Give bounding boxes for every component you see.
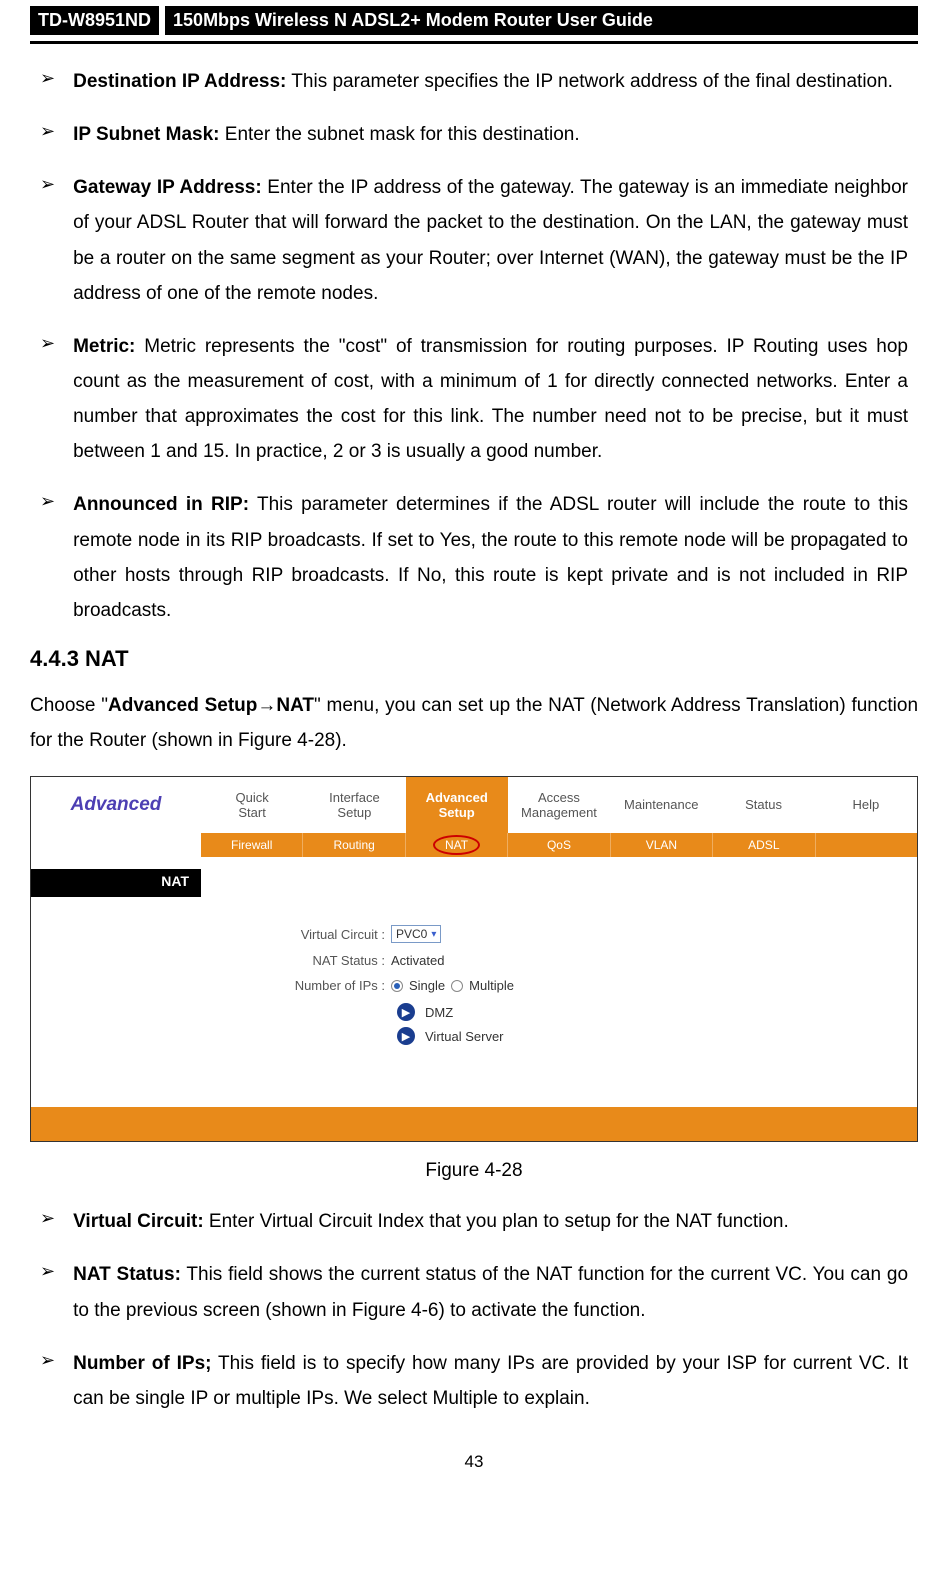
link-dmz[interactable]: ▶ DMZ xyxy=(397,1003,917,1021)
list-item-text: Gateway IP Address: Enter the IP address… xyxy=(73,170,908,311)
vc-label: Virtual Circuit : xyxy=(271,927,391,942)
list-item: ➢ NAT Status: This field shows the curren… xyxy=(40,1257,908,1327)
header-title: 150Mbps Wireless N ADSL2+ Modem Router U… xyxy=(165,6,918,35)
figure-top-tabs-row: Advanced QuickStartInterfaceSetupAdvance… xyxy=(31,777,917,833)
list-item-text: Virtual Circuit: Enter Virtual Circuit I… xyxy=(73,1204,789,1239)
list-item: ➢Metric: Metric represents the "cost" of… xyxy=(40,329,908,470)
section-heading: 4.4.3 NAT xyxy=(30,646,918,672)
main-tab[interactable]: Help xyxy=(815,777,917,833)
sub-tab[interactable]: QoS xyxy=(508,833,610,857)
list-item-text: IP Subnet Mask: Enter the subnet mask fo… xyxy=(73,117,580,152)
row-virtual-circuit: Virtual Circuit : PVC0 ▾ xyxy=(271,925,917,943)
sub-tab[interactable]: VLAN xyxy=(611,833,713,857)
main-tab[interactable]: Maintenance xyxy=(610,777,712,833)
figure-screenshot: Advanced QuickStartInterfaceSetupAdvance… xyxy=(30,776,918,1142)
figure-subtabs: FirewallRoutingNATQoSVLANADSL xyxy=(201,833,917,857)
arrow-right-icon: ▶ xyxy=(397,1027,415,1045)
vc-dropdown[interactable]: PVC0 ▾ xyxy=(391,925,441,943)
page-header: TD-W8951ND 150Mbps Wireless N ADSL2+ Mod… xyxy=(30,0,918,44)
list-item: ➢ IP Subnet Mask: Enter the subnet mask f… xyxy=(40,117,908,152)
multiple-label: Multiple xyxy=(469,978,514,993)
figure-section-title-row: NAT xyxy=(31,869,917,897)
radio-single[interactable] xyxy=(391,980,403,992)
nat-status-value: Activated xyxy=(391,953,444,968)
chevron-down-icon: ▾ xyxy=(431,929,436,940)
figure-body: Virtual Circuit : PVC0 ▾ NAT Status : Ac… xyxy=(31,897,917,1107)
main-tab[interactable]: QuickStart xyxy=(201,777,303,833)
link-virtual-server[interactable]: ▶ Virtual Server xyxy=(397,1027,917,1045)
intro-bold-path: Advanced Setup→NAT xyxy=(108,695,314,716)
list-item: ➢Gateway IP Address: Enter the IP addres… xyxy=(40,170,908,311)
bullet-icon: ➢ xyxy=(40,117,55,152)
bullet-icon: ➢ xyxy=(40,1346,55,1416)
row-nat-status: NAT Status : Activated xyxy=(271,953,917,968)
list-item-text: Number of IPs; This field is to specify … xyxy=(73,1346,908,1416)
sub-tab[interactable]: Firewall xyxy=(201,833,303,857)
intro-prefix: Choose " xyxy=(30,695,108,716)
sub-tab[interactable]: NAT xyxy=(406,833,508,857)
sub-tab xyxy=(816,833,917,857)
list-item: ➢Announced in RIP: This parameter determ… xyxy=(40,487,908,628)
intro-paragraph: Choose "Advanced Setup→NAT" menu, you ca… xyxy=(30,688,918,758)
list-item-text: Announced in RIP: This parameter determi… xyxy=(73,487,908,628)
list-item-text: Metric: Metric represents the "cost" of … xyxy=(73,329,908,470)
figure-caption: Figure 4-28 xyxy=(30,1160,918,1182)
nat-status-label: NAT Status : xyxy=(271,953,391,968)
bottom-definitions-list: ➢ Virtual Circuit: Enter Virtual Circuit … xyxy=(30,1204,918,1416)
figure-subtabs-row: FirewallRoutingNATQoSVLANADSL xyxy=(31,833,917,857)
vs-label: Virtual Server xyxy=(425,1029,504,1044)
bullet-icon: ➢ xyxy=(40,170,55,311)
sub-tab[interactable]: Routing xyxy=(303,833,405,857)
radio-multiple[interactable] xyxy=(451,980,463,992)
header-model: TD-W8951ND xyxy=(30,6,159,35)
figure-sidebar-title: Advanced xyxy=(31,777,201,833)
page-number: 43 xyxy=(30,1452,918,1472)
list-item-text: Destination IP Address: This parameter s… xyxy=(73,64,893,99)
sub-tab[interactable]: ADSL xyxy=(713,833,815,857)
bullet-icon: ➢ xyxy=(40,1204,55,1239)
row-number-ips: Number of IPs : Single Multiple xyxy=(271,978,917,993)
single-label: Single xyxy=(409,978,445,993)
main-tab[interactable]: AdvancedSetup xyxy=(406,777,508,833)
arrow-right-icon: ▶ xyxy=(397,1003,415,1021)
list-item: ➢ Destination IP Address: This parameter … xyxy=(40,64,908,99)
list-item: ➢ Number of IPs; This field is to specify… xyxy=(40,1346,908,1416)
bullet-icon: ➢ xyxy=(40,487,55,628)
main-tab[interactable]: Status xyxy=(712,777,814,833)
figure-footer-bar xyxy=(31,1107,917,1141)
num-ips-label: Number of IPs : xyxy=(271,978,391,993)
main-tab[interactable]: InterfaceSetup xyxy=(303,777,405,833)
top-definitions-list: ➢ Destination IP Address: This parameter … xyxy=(30,64,918,628)
list-item: ➢ Virtual Circuit: Enter Virtual Circuit … xyxy=(40,1204,908,1239)
dmz-label: DMZ xyxy=(425,1005,453,1020)
bullet-icon: ➢ xyxy=(40,64,55,99)
bullet-icon: ➢ xyxy=(40,329,55,470)
bullet-icon: ➢ xyxy=(40,1257,55,1327)
figure-nat-label: NAT xyxy=(31,869,201,897)
list-item-text: NAT Status: This field shows the current… xyxy=(73,1257,908,1327)
vc-value: PVC0 xyxy=(396,927,427,941)
main-tab[interactable]: AccessManagement xyxy=(508,777,610,833)
figure-main-tabs: QuickStartInterfaceSetupAdvancedSetupAcc… xyxy=(201,777,917,833)
